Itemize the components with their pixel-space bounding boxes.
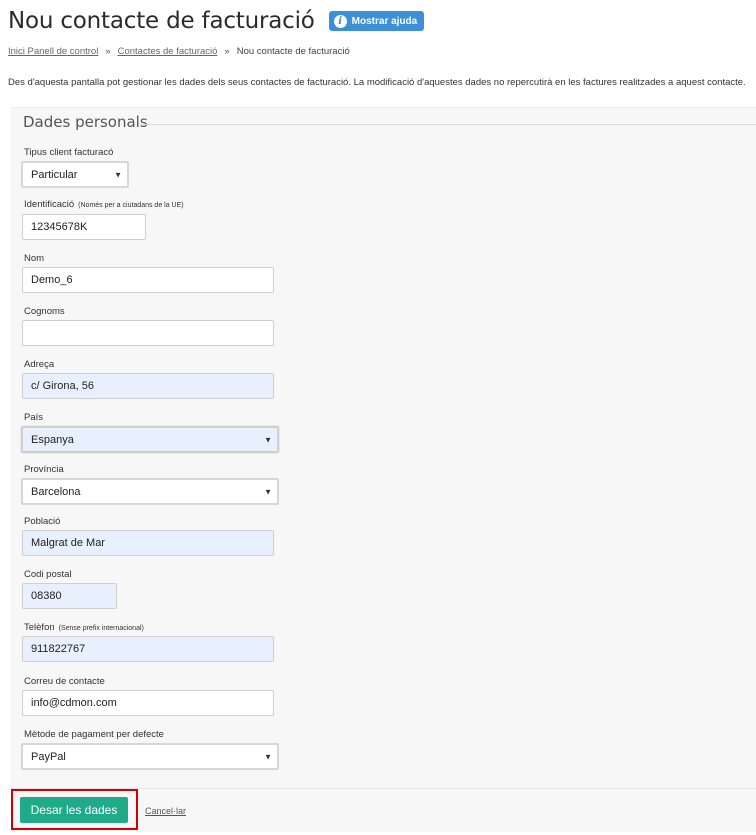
info-icon: i [333, 14, 347, 28]
breadcrumb-separator: » [224, 46, 230, 57]
country-label: País [24, 412, 44, 423]
breadcrumb: Inici Panell de control » Contactes de fac… [8, 46, 350, 57]
phone-note: (Sense prefix internacional) [58, 625, 144, 632]
cancel-link[interactable]: Cancel·lar [145, 806, 186, 816]
identification-label-text: Identificació [24, 199, 75, 210]
email-label: Correu de contacte [24, 676, 105, 687]
chevron-down-icon: ▼ [264, 435, 272, 444]
show-help-button[interactable]: i Mostrar ajuda [328, 11, 425, 31]
page-description: Des d'aquesta pantalla pot gestionar les… [8, 77, 746, 88]
breadcrumb-billing-contacts-link[interactable]: Contactes de facturació [118, 46, 218, 57]
chevron-down-icon: ▼ [264, 487, 272, 496]
section-title: Dades personals [23, 113, 148, 131]
save-button[interactable]: Desar les dades [20, 797, 128, 823]
city-input[interactable]: Malgrat de Mar [22, 530, 274, 556]
province-value: Barcelona [31, 485, 81, 498]
chevron-down-icon: ▼ [114, 170, 122, 179]
postal-code-input[interactable]: 08380 [22, 583, 117, 609]
client-type-value: Particular [31, 168, 78, 181]
phone-label: Telèfon (Sense prefix internacional) [24, 622, 144, 633]
surnames-input[interactable] [22, 320, 274, 346]
breadcrumb-separator: » [105, 46, 111, 57]
country-value: Espanya [31, 433, 74, 446]
name-value: Demo_6 [31, 274, 73, 286]
payment-method-value: PayPal [31, 750, 66, 763]
email-value: info@cdmon.com [31, 697, 117, 709]
identification-value: 12345678K [31, 221, 88, 233]
address-label: Adreça [24, 359, 55, 370]
name-label: Nom [24, 253, 45, 264]
show-help-label: Mostrar ajuda [351, 15, 418, 27]
city-value: Malgrat de Mar [31, 537, 105, 549]
identification-note: (Només per a ciutadans de la UE) [78, 202, 184, 209]
section-divider [139, 124, 756, 125]
surnames-label: Cognoms [24, 306, 65, 317]
identification-input[interactable]: 12345678K [22, 214, 146, 240]
phone-value: 911822767 [31, 643, 86, 655]
address-value: c/ Girona, 56 [31, 380, 94, 392]
country-select[interactable]: Espanya ▼ [21, 426, 279, 453]
payment-method-select[interactable]: PayPal ▼ [21, 743, 279, 770]
chevron-down-icon: ▼ [264, 752, 272, 761]
province-label: Província [24, 464, 64, 475]
province-select[interactable]: Barcelona ▼ [21, 478, 279, 505]
postal-code-label: Codi postal [24, 569, 72, 580]
title-row: Nou contacte de facturació i Mostrar aju… [8, 8, 425, 34]
postal-code-value: 08380 [31, 590, 62, 602]
city-label: Població [24, 516, 61, 527]
name-input[interactable]: Demo_6 [22, 267, 274, 293]
breadcrumb-home-link[interactable]: Inici Panell de control [8, 46, 98, 57]
payment-method-label: Mètode de pagament per defecte [24, 729, 164, 740]
page-title: Nou contacte de facturació [8, 8, 315, 34]
breadcrumb-current: Nou contacte de facturació [236, 46, 350, 57]
client-type-label: Tipus client facturacó [24, 147, 114, 158]
email-input[interactable]: info@cdmon.com [22, 690, 274, 716]
personal-data-panel: Dades personals Tipus client facturacó P… [11, 107, 756, 832]
phone-label-text: Telèfon [24, 622, 55, 633]
address-input[interactable]: c/ Girona, 56 [22, 373, 274, 399]
phone-input[interactable]: 911822767 [22, 636, 274, 662]
client-type-select[interactable]: Particular ▼ [21, 161, 129, 188]
identification-label: Identificació (Només per a ciutadans de l… [24, 199, 184, 210]
